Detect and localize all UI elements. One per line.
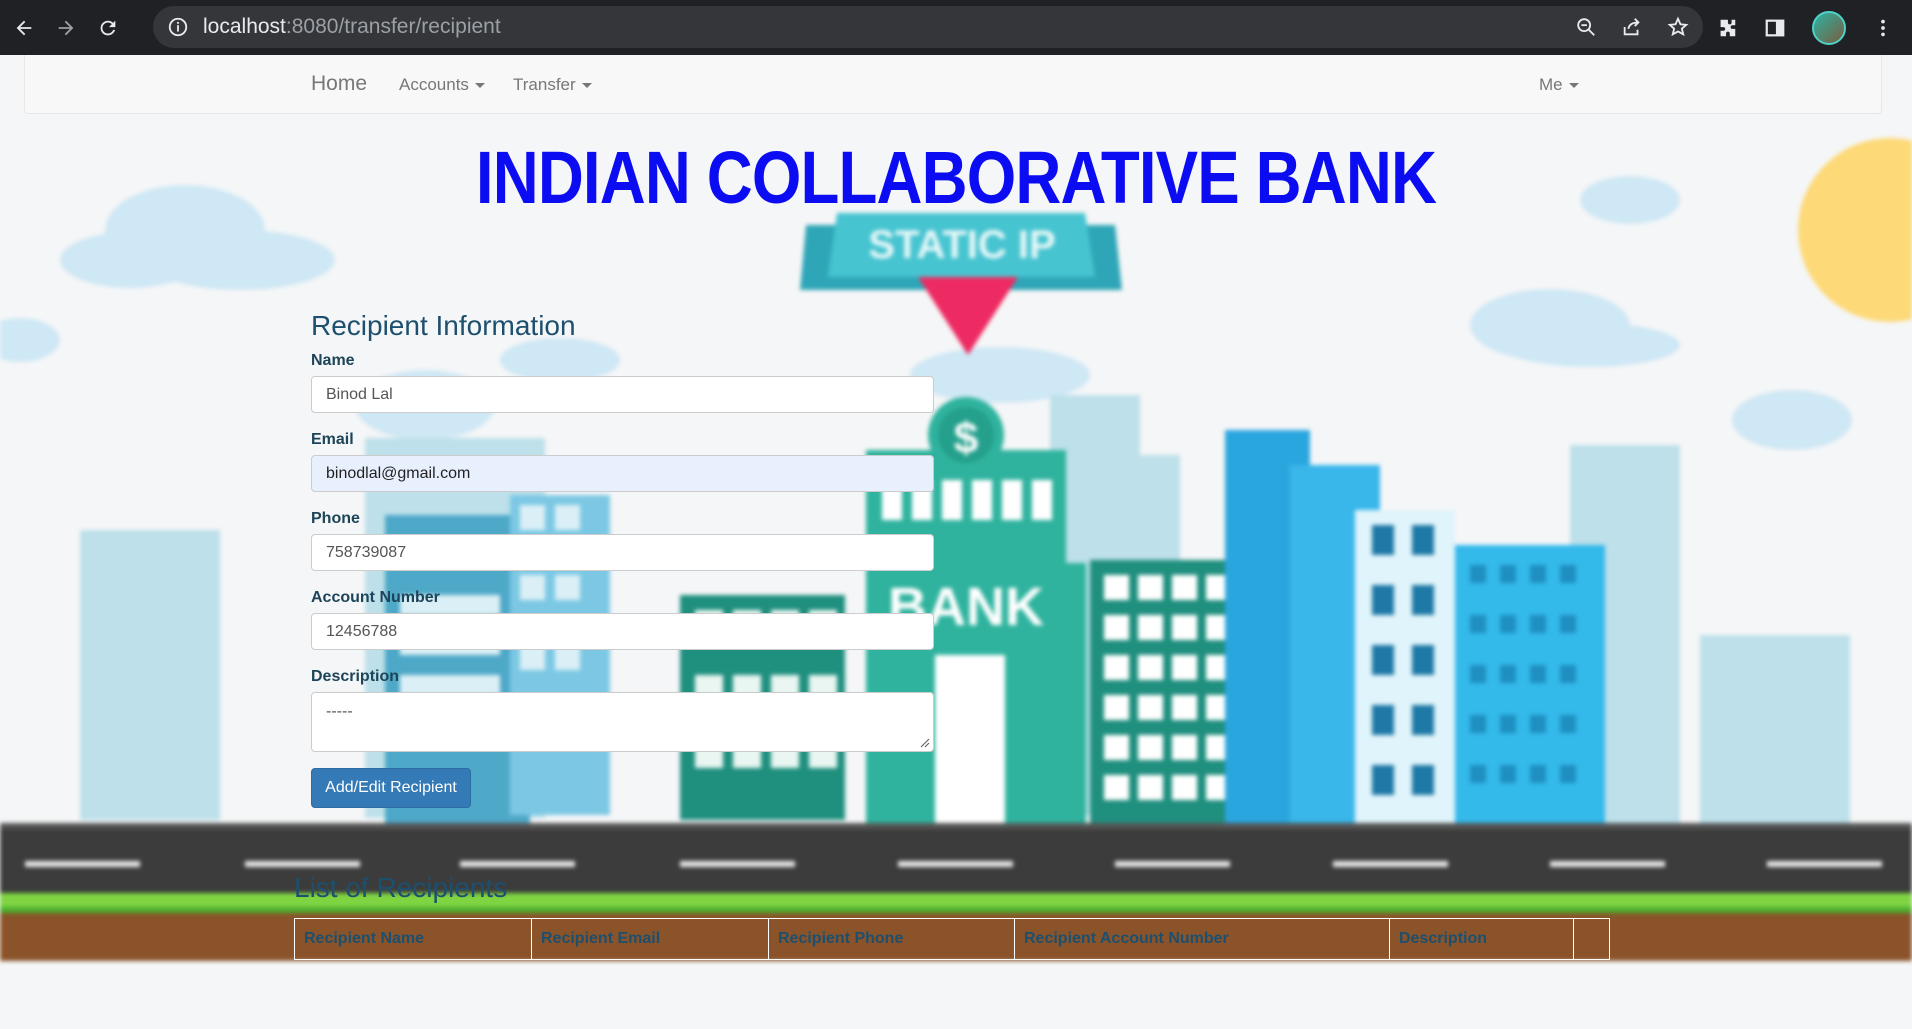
description-label: Description bbox=[311, 668, 400, 685]
recipient-form: Recipient Information Name Binod Lal Ema… bbox=[311, 310, 936, 808]
description-value: ----- bbox=[326, 703, 353, 720]
recipients-table: Recipient Name Recipient Email Recipient… bbox=[294, 918, 1610, 960]
phone-label: Phone bbox=[311, 510, 360, 527]
svg-text:$: $ bbox=[954, 414, 978, 463]
account-number-label: Account Number bbox=[311, 589, 440, 606]
column-header: Recipient Email bbox=[531, 918, 769, 960]
description-textarea[interactable]: ----- bbox=[311, 692, 934, 752]
nav-home-link[interactable]: Home bbox=[311, 72, 367, 96]
caret-down-icon bbox=[581, 83, 592, 89]
forward-icon[interactable] bbox=[48, 10, 84, 46]
nav-me-dropdown[interactable]: Me bbox=[1539, 75, 1579, 95]
name-label: Name bbox=[311, 352, 355, 369]
column-header: Recipient Phone bbox=[768, 918, 1015, 960]
reload-icon[interactable] bbox=[90, 10, 126, 46]
caret-down-icon bbox=[474, 83, 485, 89]
account-number-input[interactable]: 12456788 bbox=[311, 613, 934, 650]
email-input[interactable]: binodlal@gmail.com bbox=[311, 455, 934, 492]
url-text[interactable]: localhost:8080/transfer/recipient bbox=[203, 15, 501, 39]
column-header: Description bbox=[1389, 918, 1574, 960]
site-info-icon[interactable] bbox=[167, 16, 189, 38]
column-header: Recipient Account Number bbox=[1014, 918, 1390, 960]
profile-avatar[interactable] bbox=[1812, 10, 1846, 45]
table-header-row: Recipient Name Recipient Email Recipient… bbox=[294, 918, 1610, 960]
column-header bbox=[1573, 918, 1610, 960]
back-icon[interactable] bbox=[6, 10, 42, 46]
static-ip-sign-text: STATIC IP bbox=[868, 223, 1055, 267]
caret-down-icon bbox=[1568, 83, 1579, 89]
bookmark-star-icon[interactable] bbox=[1667, 16, 1689, 38]
name-input[interactable]: Binod Lal bbox=[311, 376, 934, 413]
bank-title: INDIAN COLLABORATIVE BANK bbox=[475, 136, 1437, 219]
column-header: Recipient Name bbox=[294, 918, 532, 960]
nav-transfer-dropdown[interactable]: Transfer bbox=[513, 75, 592, 95]
top-navbar: Home Accounts Transfer Me bbox=[24, 55, 1882, 114]
nav-accounts-label: Accounts bbox=[399, 75, 469, 94]
list-title: List of Recipients bbox=[294, 872, 508, 903]
nav-transfer-label: Transfer bbox=[513, 75, 576, 94]
add-edit-recipient-button[interactable]: Add/Edit Recipient bbox=[311, 768, 471, 808]
menu-kebab-icon[interactable] bbox=[1872, 17, 1894, 39]
zoom-icon[interactable] bbox=[1575, 16, 1597, 38]
resize-handle-icon[interactable] bbox=[920, 738, 930, 748]
address-bar[interactable]: localhost:8080/transfer/recipient bbox=[153, 6, 1703, 48]
phone-input[interactable]: 758739087 bbox=[311, 534, 934, 571]
nav-accounts-dropdown[interactable]: Accounts bbox=[399, 75, 485, 95]
side-panel-icon[interactable] bbox=[1764, 17, 1786, 39]
extensions-icon[interactable] bbox=[1716, 17, 1738, 39]
browser-toolbar: localhost:8080/transfer/recipient bbox=[0, 0, 1912, 55]
share-icon[interactable] bbox=[1621, 16, 1643, 38]
form-title: Recipient Information bbox=[311, 310, 576, 341]
page-content: $ BANK STATIC IP Home Accounts Transfer … bbox=[0, 55, 1912, 1029]
nav-me-label: Me bbox=[1539, 75, 1563, 94]
email-label: Email bbox=[311, 431, 354, 448]
